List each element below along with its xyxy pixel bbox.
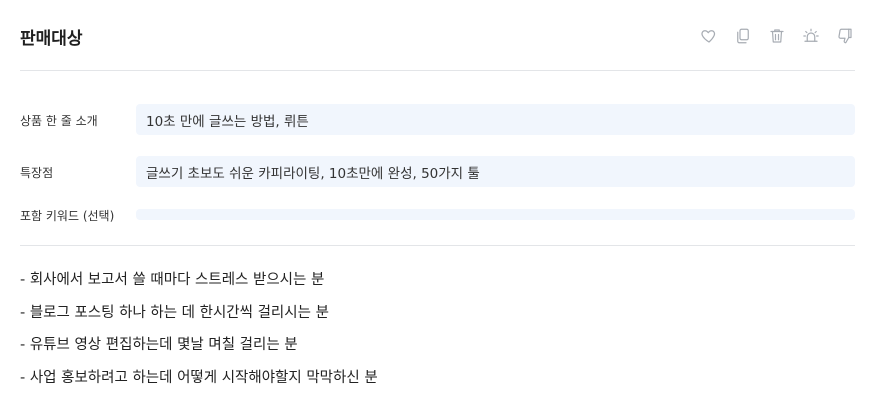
header-divider — [20, 70, 855, 71]
list-item: - 회사에서 보고서 쓸 때마다 스트레스 받으시는 분 — [20, 272, 325, 288]
features-field[interactable]: 글쓰기 초보도 쉬운 카피라이팅, 10초만에 완성, 50가지 툴 — [136, 156, 855, 187]
result-card-header: 판매대상 — [20, 20, 855, 52]
trash-icon[interactable] — [767, 26, 787, 46]
thumbs-down-icon[interactable] — [835, 26, 855, 46]
result-list: - 회사에서 보고서 쓸 때마다 스트레스 받으시는 분 - 블로그 포스팅 하… — [20, 268, 855, 398]
features-label: 특장점 — [20, 166, 54, 180]
list-item: - 사업 홍보하려고 하는데 어떻게 시작해야할지 막막하신 분 — [20, 369, 378, 386]
heart-icon[interactable] — [699, 26, 719, 46]
product-intro-row: 상품 한 줄 소개 10초 만에 글쓰는 방법, 뤼튼 — [20, 104, 855, 135]
list-item: - 유튜브 영상 편집하는데 몇날 며칠 걸리는 분 — [20, 337, 298, 353]
copy-icon[interactable] — [733, 26, 753, 46]
keywords-row: 포함 키워드 (선택) — [20, 204, 855, 224]
card-title: 판매대상 — [20, 29, 83, 49]
form-divider — [20, 245, 855, 246]
keywords-label: 포함 키워드 (선택) — [20, 209, 115, 223]
product-intro-field[interactable]: 10초 만에 글쓰는 방법, 뤼튼 — [136, 104, 855, 135]
alarm-icon[interactable] — [801, 26, 821, 46]
features-row: 특장점 글쓰기 초보도 쉬운 카피라이팅, 10초만에 완성, 50가지 툴 — [20, 156, 855, 187]
card-actions — [699, 26, 855, 46]
keywords-field[interactable] — [136, 209, 855, 220]
list-item: - 블로그 포스팅 하나 하는 데 한시간씩 걸리시는 분 — [20, 304, 329, 321]
product-intro-label: 상품 한 줄 소개 — [20, 114, 98, 128]
